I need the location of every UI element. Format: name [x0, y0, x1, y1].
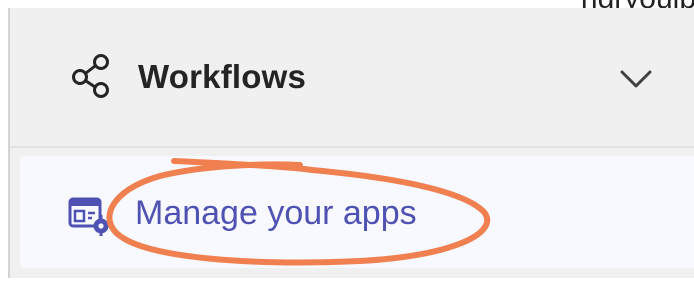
chevron-down-icon[interactable]	[616, 66, 656, 92]
teams-app-panel: Workflows Manage your apps	[8, 8, 694, 278]
manage-apps-icon	[68, 197, 112, 236]
workflows-icon	[72, 54, 109, 98]
manage-apps-label: Manage your apps	[135, 194, 417, 232]
manage-apps-link[interactable]: Manage your apps	[20, 156, 694, 268]
workflows-title: Workflows	[138, 58, 307, 95]
screenshot-canvas: ngryouip Workflows	[0, 0, 694, 282]
workflows-row[interactable]: Workflows	[10, 8, 694, 148]
